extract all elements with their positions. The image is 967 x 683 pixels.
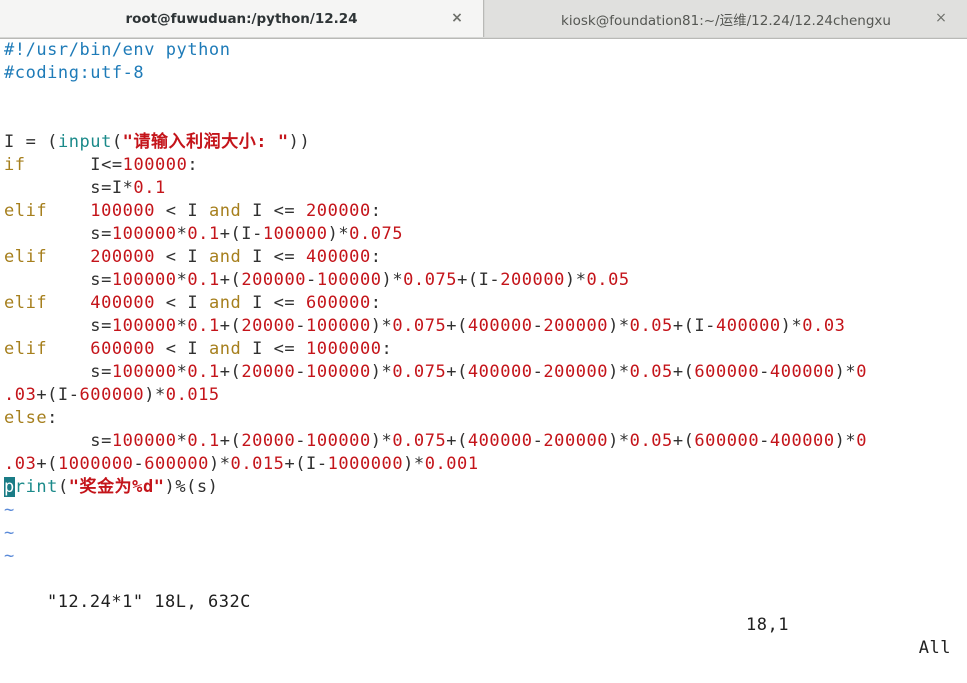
empty-line-tilde: ~ [4, 500, 15, 520]
code-line-elif-4: elif 600000 < I and I <= 1000000: [4, 339, 393, 359]
empty-line-tilde: ~ [4, 523, 15, 543]
tab-title: kiosk@foundation81:~/运维/12.24/12.24cheng… [561, 12, 891, 29]
code-line-s1: s=I*0.1 [90, 178, 166, 198]
tab-kiosk-foundation[interactable]: kiosk@foundation81:~/运维/12.24/12.24cheng… [485, 0, 967, 37]
code-line-elif-2: elif 200000 < I and I <= 400000: [4, 247, 382, 267]
close-icon[interactable]: × [449, 10, 465, 26]
code-line-1: #!/usr/bin/env python [4, 40, 231, 60]
status-cursor-position: 18,1 [746, 615, 789, 635]
status-file-info: "12.24*1" 18L, 632C [46, 592, 251, 612]
close-icon[interactable]: × [933, 10, 949, 26]
vim-status-line: "12.24*1" 18L, 632C 18,1 All [4, 568, 959, 658]
code-line-if: if I<=100000: [4, 155, 199, 175]
empty-line-tilde: ~ [4, 546, 15, 566]
tab-root-fuwuduan[interactable]: root@fuwuduan:/python/12.24 × [0, 0, 484, 37]
code-line-s4: s=100000*0.1+(20000-100000)*0.075+(40000… [4, 316, 846, 336]
code-line-s3: s=100000*0.1+(200000-100000)*0.075+(I-20… [4, 270, 630, 290]
code-line-input: I = (input("请输入利润大小: ")) [4, 132, 311, 152]
code-line-elif-1: elif 100000 < I and I <= 200000: [4, 201, 382, 221]
tab-bar: root@fuwuduan:/python/12.24 × kiosk@foun… [0, 0, 967, 39]
tab-title: root@fuwuduan:/python/12.24 [125, 10, 358, 27]
code-line-else: else: [4, 408, 58, 428]
code-line-elif-3: elif 400000 < I and I <= 600000: [4, 293, 382, 313]
code-line-2: #coding:utf-8 [4, 63, 145, 83]
code-line-s5: s=100000*0.1+(20000-100000)*0.075+(40000… [4, 362, 867, 382]
terminal-vim-buffer[interactable]: #!/usr/bin/env python #coding:utf-8 I = … [0, 39, 967, 658]
code-line-print: print("奖金为%d")%(s) [4, 477, 219, 497]
status-scroll: All [918, 638, 951, 658]
code-line-s5-wrap: .03+(I-600000)*0.015 [4, 385, 220, 405]
code-line-s6-wrap: .03+(1000000-600000)*0.015+(I-1000000)*0… [4, 454, 479, 474]
code-line-s2: s=100000*0.1+(I-100000)*0.075 [4, 224, 404, 244]
code-line-s6: s=100000*0.1+(20000-100000)*0.075+(40000… [4, 431, 867, 451]
text-cursor: p [4, 477, 15, 497]
